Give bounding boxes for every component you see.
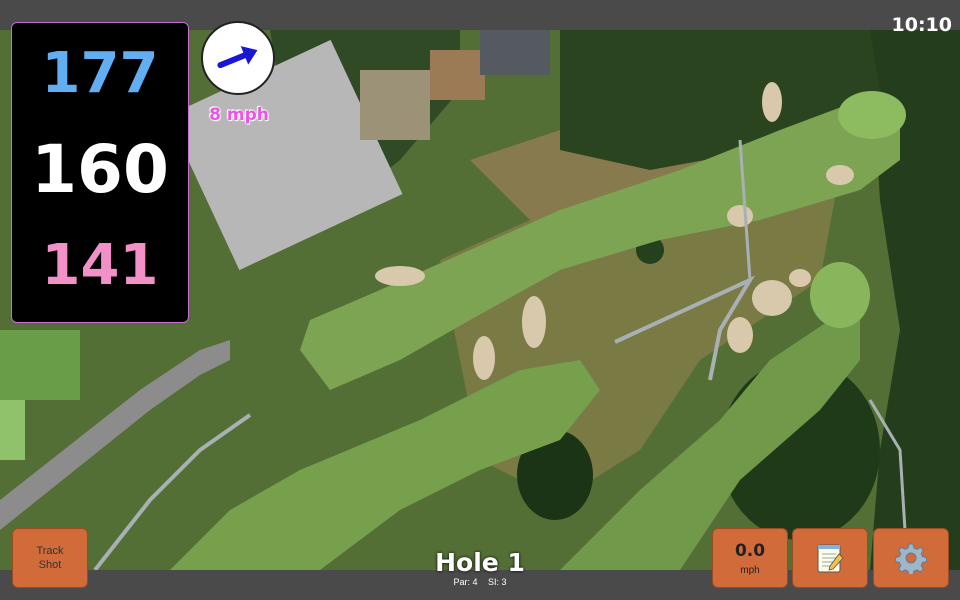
hole-info: Par: 4 SI: 3: [380, 577, 580, 587]
track-shot-button[interactable]: Track Shot: [12, 528, 88, 588]
wind-speed-value: 0.0: [734, 540, 766, 561]
track-shot-label: Track Shot: [36, 545, 64, 571]
scorecard-button[interactable]: [792, 528, 868, 588]
distance-front: 141: [41, 233, 159, 298]
distance-panel: 177 160 141: [11, 22, 189, 323]
clock: 10:10: [891, 14, 952, 36]
hole-title: Hole 1: [435, 548, 525, 577]
settings-button[interactable]: [873, 528, 949, 588]
wind-direction-dial: [201, 21, 275, 95]
wind-speed-unit: mph: [740, 564, 760, 576]
wind-speed-button[interactable]: 0.0 mph: [712, 528, 788, 588]
arrow-icon: [217, 46, 258, 69]
notepad-icon: [817, 544, 844, 573]
distance-back: 177: [41, 41, 159, 106]
wind-speed-label: 8 mph: [209, 105, 269, 125]
hole-par: Par: 4: [453, 577, 478, 587]
hole-stroke-index: SI: 3: [488, 577, 507, 587]
gear-icon: [895, 543, 927, 574]
distance-middle: 160: [31, 131, 169, 208]
